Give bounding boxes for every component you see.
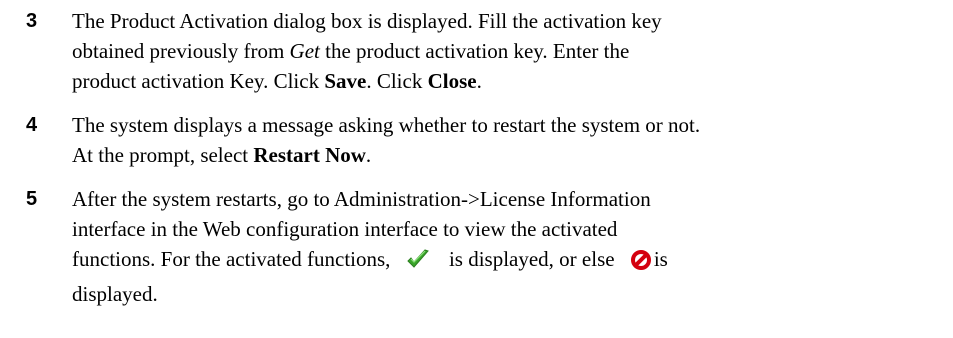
document-page: 3 The Product Activation dialog box is d…: [0, 0, 953, 338]
step-line: At the prompt, select Restart Now.: [72, 140, 942, 170]
text-run: functions. For the activated functions,: [72, 247, 396, 271]
text-run: .: [476, 69, 482, 93]
prohibited-icon: [630, 249, 652, 279]
step-line: The Product Activation dialog box is dis…: [72, 9, 662, 33]
step-line: The system displays a message asking whe…: [72, 113, 701, 137]
step-line: interface in the Web configuration inter…: [72, 217, 618, 241]
step-line: functions. For the activated functions, …: [72, 244, 942, 279]
step-line: obtained previously from Get the product…: [72, 36, 942, 66]
text-run: is: [653, 247, 668, 271]
step-text: The system displays a message asking whe…: [72, 110, 942, 170]
text-run: product activation Key. Click: [72, 69, 325, 93]
step-line: After the system restarts, go to Adminis…: [72, 187, 651, 211]
emphasis-get: Get: [289, 39, 320, 63]
step-line: product activation Key. Click Save. Clic…: [72, 66, 942, 96]
text-run: . Click: [366, 69, 428, 93]
step-number: 4: [26, 114, 38, 136]
step-number: 5: [26, 188, 38, 210]
bold-save: Save: [324, 69, 367, 93]
text-run: the product activation key. Enter the: [319, 39, 630, 63]
bold-restart-now: Restart Now: [253, 143, 366, 167]
text-run: obtained previously from: [72, 39, 290, 63]
text-run: .: [365, 143, 372, 167]
step-line: displayed.: [72, 282, 158, 306]
text-run: is displayed, or else: [443, 247, 620, 271]
step-text: The Product Activation dialog box is dis…: [72, 6, 942, 96]
text-run: At the prompt, select: [72, 143, 254, 167]
step-number: 3: [26, 10, 38, 32]
bold-close: Close: [427, 69, 477, 93]
check-icon: [406, 249, 430, 279]
step-text: After the system restarts, go to Adminis…: [72, 184, 942, 309]
